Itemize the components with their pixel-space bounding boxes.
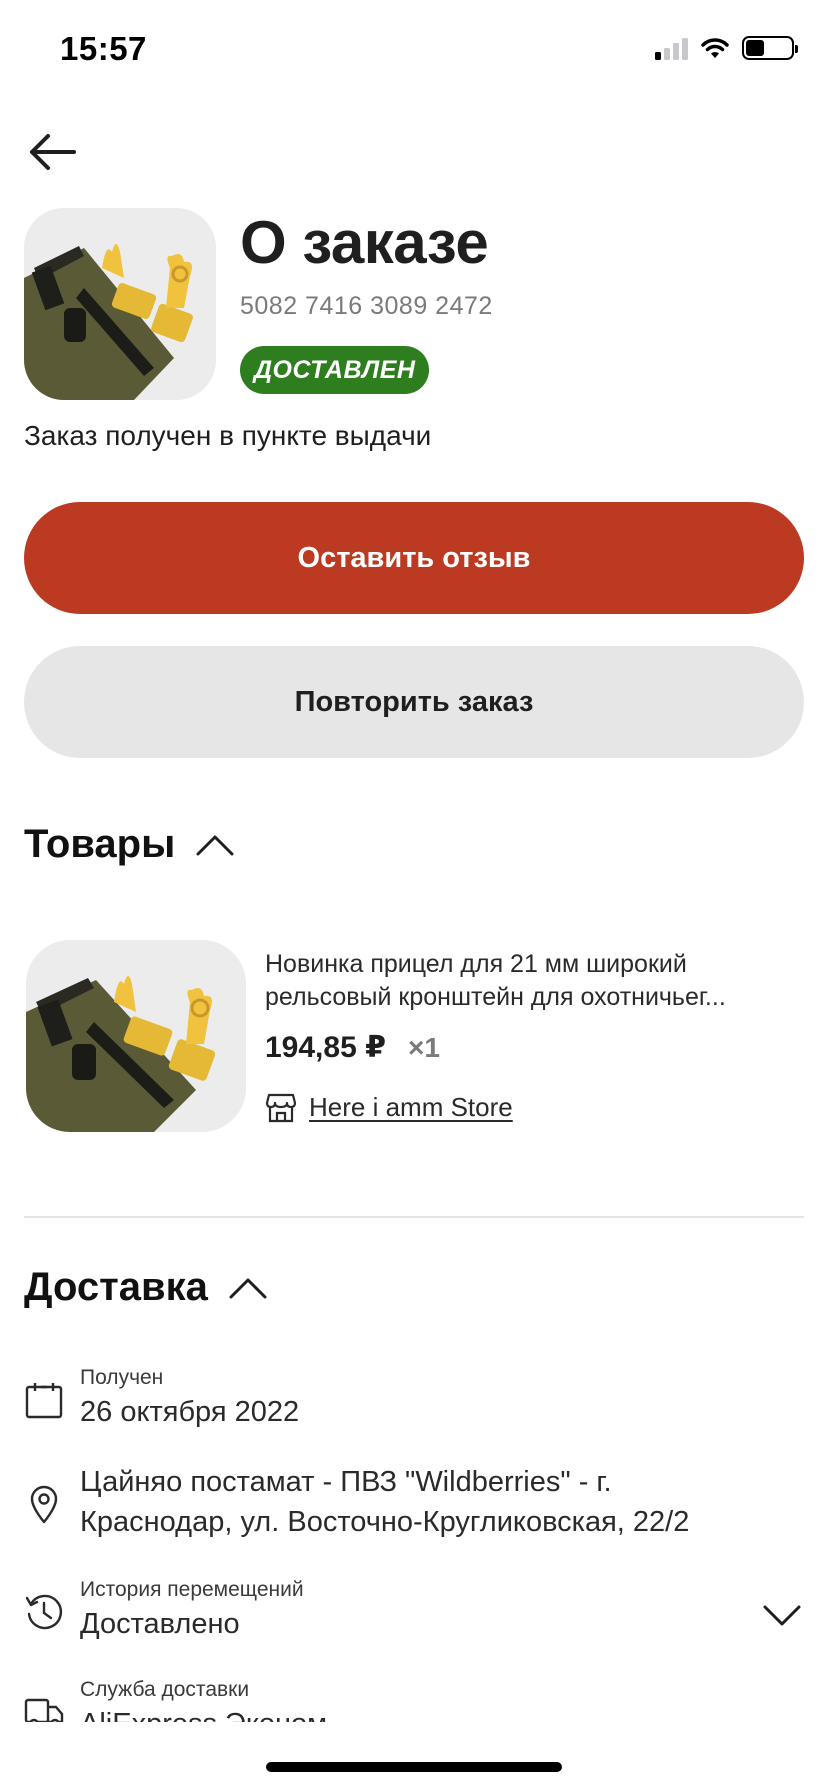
received-label: Получен: [80, 1366, 164, 1389]
received-date: 26 октября 2022: [80, 1396, 300, 1428]
chevron-down-icon: [763, 1605, 801, 1626]
delivery-section-title: Доставка: [24, 1265, 208, 1309]
calendar-icon: [25, 1383, 63, 1419]
delivery-service-label: Служба доставки: [80, 1678, 250, 1701]
product-price: 194,85 ₽: [265, 1031, 386, 1064]
cellular-signal-icon: [655, 36, 688, 60]
chevron-up-icon: [229, 1278, 267, 1298]
battery-level: [746, 40, 764, 56]
goods-section-title: Товары: [24, 822, 176, 866]
status-icons: [655, 36, 798, 60]
pickup-address-line-2: Краснодар, ул. Восточно-Кругликовская, 2…: [80, 1506, 690, 1538]
store-link[interactable]: Here i amm Store: [265, 1092, 513, 1123]
status-bar: 15:57: [0, 0, 828, 100]
home-indicator[interactable]: [266, 1762, 562, 1772]
repeat-order-button[interactable]: Повторить заказ: [24, 646, 804, 758]
product-quantity: ×1: [408, 1032, 440, 1063]
store-icon: [265, 1093, 297, 1122]
product-title-line-2: рельсовый кронштейн для охотничьег...: [265, 983, 726, 1011]
order-status-description: Заказ получен в пункте выдачи: [24, 420, 432, 451]
leave-review-button[interactable]: Оставить отзыв: [24, 502, 804, 614]
delivery-section-header[interactable]: Доставка: [24, 1265, 268, 1310]
product-title-line-1: Новинка прицел для 21 мм широкий: [265, 950, 687, 978]
product-title[interactable]: Новинка прицел для 21 мм широкий рельсов…: [265, 948, 795, 1014]
received-row: Получен 26 октября 2022: [24, 1366, 804, 1436]
chevron-up-icon: [196, 835, 234, 855]
page-title: О заказе: [240, 209, 489, 276]
history-icon: [25, 1594, 63, 1630]
status-time: 15:57: [60, 30, 147, 67]
battery-icon: [742, 36, 798, 60]
goods-section-header[interactable]: Товары: [24, 822, 235, 867]
pickup-address: Цайняо постамат - ПВЗ "Wildberries" - г.…: [80, 1462, 800, 1542]
tracking-history-row[interactable]: История перемещений Доставлено: [24, 1578, 804, 1648]
section-divider: [24, 1216, 804, 1218]
back-arrow-icon: [30, 134, 76, 170]
pickup-address-line-1: Цайняо постамат - ПВЗ "Wildberries" - г.: [80, 1466, 612, 1498]
location-pin-icon: [30, 1485, 58, 1524]
order-product-image: [24, 208, 216, 400]
wifi-icon: [701, 38, 729, 58]
bottom-safe-area: [0, 1722, 828, 1792]
tracking-history-label: История перемещений: [80, 1578, 304, 1601]
product-image[interactable]: [26, 940, 246, 1132]
status-badge: ДОСТАВЛЕН: [240, 346, 430, 394]
tracking-history-value: Доставлено: [80, 1608, 240, 1640]
order-number: 5082 7416 3089 2472: [240, 292, 493, 320]
store-name: Here i amm Store: [309, 1092, 513, 1122]
back-button[interactable]: [24, 128, 80, 176]
address-row: Цайняо постамат - ПВЗ "Wildberries" - г.…: [24, 1462, 804, 1546]
